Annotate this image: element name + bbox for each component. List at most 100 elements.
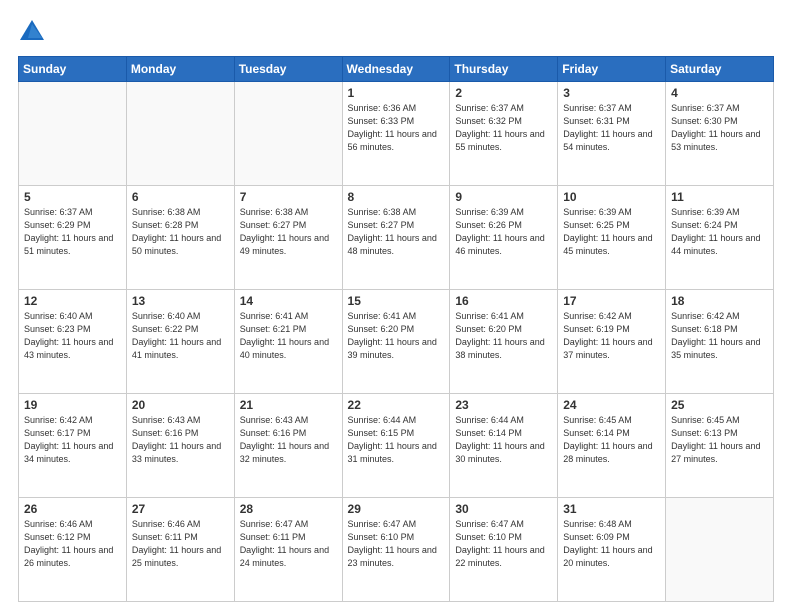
calendar-day-31: 31Sunrise: 6:48 AMSunset: 6:09 PMDayligh… — [558, 498, 666, 602]
calendar-day-10: 10 Sunrise: 6:39 AMSunset: 6:25 PMDayligh… — [558, 186, 666, 290]
calendar-week-row: 1 Sunrise: 6:36 AMSunset: 6:33 PMDaylight… — [19, 82, 774, 186]
cell-details: Sunrise: 6:45 AMSunset: 6:14 PMDaylight:… — [563, 415, 652, 464]
calendar-day-28: 28 Sunrise: 6:47 AMSunset: 6:11 PMDayligh… — [234, 498, 342, 602]
calendar-day-5: 5 Sunrise: 6:37 AMSunset: 6:29 PMDaylight… — [19, 186, 127, 290]
page: SundayMondayTuesdayWednesdayThursdayFrid… — [0, 0, 792, 612]
day-number: 22 — [348, 398, 445, 412]
day-number: 17 — [563, 294, 660, 308]
day-number: 16 — [455, 294, 552, 308]
calendar-day-1: 1 Sunrise: 6:36 AMSunset: 6:33 PMDaylight… — [342, 82, 450, 186]
day-number: 14 — [240, 294, 337, 308]
calendar-day-2: 2 Sunrise: 6:37 AMSunset: 6:32 PMDaylight… — [450, 82, 558, 186]
weekday-header-saturday: Saturday — [666, 57, 774, 82]
calendar-day-7: 7 Sunrise: 6:38 AMSunset: 6:27 PMDaylight… — [234, 186, 342, 290]
cell-details: Sunrise: 6:47 AMSunset: 6:11 PMDaylight:… — [240, 519, 329, 568]
cell-details: Sunrise: 6:41 AMSunset: 6:20 PMDaylight:… — [348, 311, 437, 360]
calendar-week-row: 26 Sunrise: 6:46 AMSunset: 6:12 PMDayligh… — [19, 498, 774, 602]
day-number: 26 — [24, 502, 121, 516]
cell-details: Sunrise: 6:42 AMSunset: 6:18 PMDaylight:… — [671, 311, 760, 360]
cell-details: Sunrise: 6:38 AMSunset: 6:27 PMDaylight:… — [240, 207, 329, 256]
calendar-day-18: 18 Sunrise: 6:42 AMSunset: 6:18 PMDayligh… — [666, 290, 774, 394]
cell-details: Sunrise: 6:36 AMSunset: 6:33 PMDaylight:… — [348, 103, 437, 152]
cell-details: Sunrise: 6:38 AMSunset: 6:28 PMDaylight:… — [132, 207, 221, 256]
day-number: 23 — [455, 398, 552, 412]
weekday-header-monday: Monday — [126, 57, 234, 82]
weekday-header-wednesday: Wednesday — [342, 57, 450, 82]
calendar-day-26: 26 Sunrise: 6:46 AMSunset: 6:12 PMDayligh… — [19, 498, 127, 602]
calendar-day-empty — [19, 82, 127, 186]
calendar-day-29: 29 Sunrise: 6:47 AMSunset: 6:10 PMDayligh… — [342, 498, 450, 602]
cell-details: Sunrise: 6:43 AMSunset: 6:16 PMDaylight:… — [240, 415, 329, 464]
day-number: 24 — [563, 398, 660, 412]
cell-details: Sunrise: 6:39 AMSunset: 6:25 PMDaylight:… — [563, 207, 652, 256]
calendar-day-12: 12Sunrise: 6:40 AMSunset: 6:23 PMDayligh… — [19, 290, 127, 394]
cell-details: Sunrise: 6:40 AMSunset: 6:23 PMDaylight:… — [24, 311, 113, 360]
calendar-week-row: 19 Sunrise: 6:42 AMSunset: 6:17 PMDayligh… — [19, 394, 774, 498]
day-number: 15 — [348, 294, 445, 308]
cell-details: Sunrise: 6:37 AMSunset: 6:30 PMDaylight:… — [671, 103, 760, 152]
calendar-day-11: 11 Sunrise: 6:39 AMSunset: 6:24 PMDayligh… — [666, 186, 774, 290]
calendar-day-20: 20Sunrise: 6:43 AMSunset: 6:16 PMDayligh… — [126, 394, 234, 498]
header — [18, 18, 774, 46]
cell-details: Sunrise: 6:47 AMSunset: 6:10 PMDaylight:… — [348, 519, 437, 568]
calendar-day-empty — [234, 82, 342, 186]
cell-details: Sunrise: 6:45 AMSunset: 6:13 PMDaylight:… — [671, 415, 760, 464]
weekday-header-tuesday: Tuesday — [234, 57, 342, 82]
day-number: 2 — [455, 86, 552, 100]
calendar-table: SundayMondayTuesdayWednesdayThursdayFrid… — [18, 56, 774, 602]
cell-details: Sunrise: 6:46 AMSunset: 6:12 PMDaylight:… — [24, 519, 113, 568]
calendar-day-14: 14Sunrise: 6:41 AMSunset: 6:21 PMDayligh… — [234, 290, 342, 394]
calendar-day-16: 16 Sunrise: 6:41 AMSunset: 6:20 PMDayligh… — [450, 290, 558, 394]
calendar-day-25: 25 Sunrise: 6:45 AMSunset: 6:13 PMDayligh… — [666, 394, 774, 498]
weekday-header-thursday: Thursday — [450, 57, 558, 82]
calendar-day-24: 24 Sunrise: 6:45 AMSunset: 6:14 PMDayligh… — [558, 394, 666, 498]
cell-details: Sunrise: 6:39 AMSunset: 6:24 PMDaylight:… — [671, 207, 760, 256]
calendar-day-9: 9 Sunrise: 6:39 AMSunset: 6:26 PMDaylight… — [450, 186, 558, 290]
day-number: 20 — [132, 398, 229, 412]
weekday-header-friday: Friday — [558, 57, 666, 82]
logo — [18, 18, 50, 46]
day-number: 9 — [455, 190, 552, 204]
cell-details: Sunrise: 6:47 AMSunset: 6:10 PMDaylight:… — [455, 519, 544, 568]
day-number: 29 — [348, 502, 445, 516]
calendar-day-3: 3 Sunrise: 6:37 AMSunset: 6:31 PMDaylight… — [558, 82, 666, 186]
day-number: 19 — [24, 398, 121, 412]
day-number: 8 — [348, 190, 445, 204]
calendar-day-22: 22 Sunrise: 6:44 AMSunset: 6:15 PMDayligh… — [342, 394, 450, 498]
cell-details: Sunrise: 6:42 AMSunset: 6:17 PMDaylight:… — [24, 415, 113, 464]
cell-details: Sunrise: 6:41 AMSunset: 6:20 PMDaylight:… — [455, 311, 544, 360]
calendar-week-row: 12Sunrise: 6:40 AMSunset: 6:23 PMDayligh… — [19, 290, 774, 394]
calendar-day-15: 15 Sunrise: 6:41 AMSunset: 6:20 PMDayligh… — [342, 290, 450, 394]
day-number: 18 — [671, 294, 768, 308]
cell-details: Sunrise: 6:37 AMSunset: 6:32 PMDaylight:… — [455, 103, 544, 152]
day-number: 1 — [348, 86, 445, 100]
calendar-week-row: 5 Sunrise: 6:37 AMSunset: 6:29 PMDaylight… — [19, 186, 774, 290]
day-number: 27 — [132, 502, 229, 516]
logo-icon — [18, 18, 46, 46]
day-number: 5 — [24, 190, 121, 204]
cell-details: Sunrise: 6:39 AMSunset: 6:26 PMDaylight:… — [455, 207, 544, 256]
cell-details: Sunrise: 6:38 AMSunset: 6:27 PMDaylight:… — [348, 207, 437, 256]
day-number: 21 — [240, 398, 337, 412]
day-number: 30 — [455, 502, 552, 516]
calendar-day-8: 8 Sunrise: 6:38 AMSunset: 6:27 PMDaylight… — [342, 186, 450, 290]
calendar-day-empty — [666, 498, 774, 602]
cell-details: Sunrise: 6:40 AMSunset: 6:22 PMDaylight:… — [132, 311, 221, 360]
cell-details: Sunrise: 6:44 AMSunset: 6:15 PMDaylight:… — [348, 415, 437, 464]
day-number: 3 — [563, 86, 660, 100]
cell-details: Sunrise: 6:44 AMSunset: 6:14 PMDaylight:… — [455, 415, 544, 464]
cell-details: Sunrise: 6:37 AMSunset: 6:29 PMDaylight:… — [24, 207, 113, 256]
cell-details: Sunrise: 6:37 AMSunset: 6:31 PMDaylight:… — [563, 103, 652, 152]
day-number: 7 — [240, 190, 337, 204]
calendar-day-27: 27Sunrise: 6:46 AMSunset: 6:11 PMDayligh… — [126, 498, 234, 602]
calendar-day-21: 21 Sunrise: 6:43 AMSunset: 6:16 PMDayligh… — [234, 394, 342, 498]
calendar-day-6: 6Sunrise: 6:38 AMSunset: 6:28 PMDaylight… — [126, 186, 234, 290]
day-number: 25 — [671, 398, 768, 412]
day-number: 28 — [240, 502, 337, 516]
day-number: 11 — [671, 190, 768, 204]
day-number: 10 — [563, 190, 660, 204]
cell-details: Sunrise: 6:42 AMSunset: 6:19 PMDaylight:… — [563, 311, 652, 360]
cell-details: Sunrise: 6:48 AMSunset: 6:09 PMDaylight:… — [563, 519, 652, 568]
calendar-header-row: SundayMondayTuesdayWednesdayThursdayFrid… — [19, 57, 774, 82]
calendar-day-13: 13Sunrise: 6:40 AMSunset: 6:22 PMDayligh… — [126, 290, 234, 394]
